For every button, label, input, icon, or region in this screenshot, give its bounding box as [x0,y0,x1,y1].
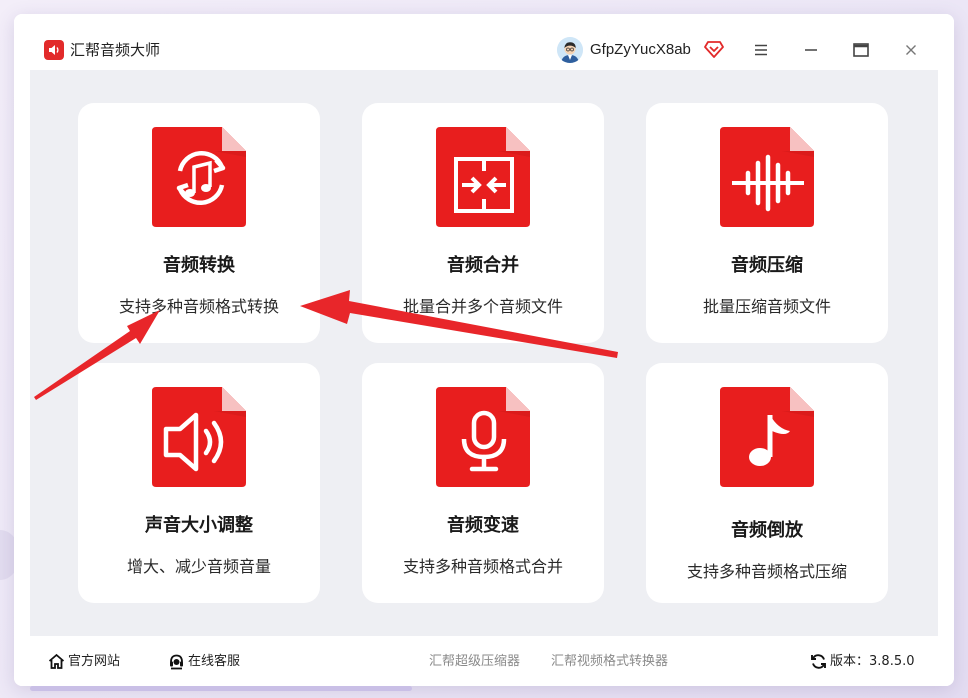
close-icon [906,45,916,55]
super-compressor-link[interactable]: 汇帮超级压缩器 [429,653,520,671]
footer-bar: 官方网站 在线客服 汇帮超级压缩器 汇帮视频格式转换器 版本：3.8.5.0 [14,636,954,686]
hamburger-icon [755,44,767,56]
version-number: 3.8.5.0 [869,654,915,669]
minimize-icon [805,49,817,51]
card-title: 音频倒放 [731,520,803,541]
home-icon [48,653,65,669]
music-note-icon [720,387,814,487]
card-audio-merge[interactable]: 音频合并 批量合并多个音频文件 [362,103,604,343]
headset-icon [170,654,183,670]
card-desc: 支持多种音频格式转换 [118,297,279,316]
refresh-icon [811,654,826,669]
username[interactable]: GfpZyYucX8ab [590,40,691,60]
card-desc: 增大、减少音频音量 [126,557,271,576]
app-title: 汇帮音频大师 [70,41,161,59]
card-audio-speed[interactable]: 音频变速 支持多种音频格式合并 [362,363,604,603]
card-title: 音频合并 [447,255,519,276]
card-desc: 批量合并多个音频文件 [402,297,563,316]
card-audio-convert[interactable]: 音频转换 支持多种音频格式转换 [78,103,320,343]
merge-icon [436,127,530,227]
waveform-icon [720,127,814,227]
menu-button[interactable] [750,39,772,61]
close-button[interactable] [900,39,922,61]
title-bar: 汇帮音频大师 GfpZyYucX8ab [14,14,954,70]
minimize-button[interactable] [800,39,822,61]
app-window: 汇帮音频大师 GfpZyYucX8ab 音频转换 支持多种音频格式转换 音频合并… [14,14,954,686]
vip-diamond-icon[interactable] [704,39,724,59]
bottom-scroll-indicator [30,686,412,691]
feature-panel: 音频转换 支持多种音频格式转换 音频合并 批量合并多个音频文件 音频压缩 批量压… [30,70,938,636]
maximize-icon [853,43,869,57]
online-service-link[interactable]: 在线客服 [168,653,240,671]
card-desc: 支持多种音频格式合并 [402,557,563,576]
official-website-link[interactable]: 官方网站 [48,653,120,671]
card-audio-compress[interactable]: 音频压缩 批量压缩音频文件 [646,103,888,343]
microphone-icon [436,387,530,487]
card-title: 声音大小调整 [145,515,253,536]
card-volume-adjust[interactable]: 声音大小调整 增大、减少音频音量 [78,363,320,603]
version-info[interactable]: 版本：3.8.5.0 [810,653,915,671]
card-title: 音频转换 [163,255,235,276]
card-audio-reverse[interactable]: 音频倒放 支持多种音频格式压缩 [646,363,888,603]
maximize-button[interactable] [850,39,872,61]
card-title: 音频变速 [447,515,519,536]
user-avatar[interactable] [557,37,583,63]
music-convert-icon [152,127,246,227]
card-desc: 支持多种音频格式压缩 [686,562,847,581]
speaker-volume-icon [152,387,246,487]
card-title: 音频压缩 [731,255,803,276]
app-logo-icon [44,40,64,60]
card-desc: 批量压缩音频文件 [702,297,831,316]
video-converter-link[interactable]: 汇帮视频格式转换器 [551,653,668,671]
